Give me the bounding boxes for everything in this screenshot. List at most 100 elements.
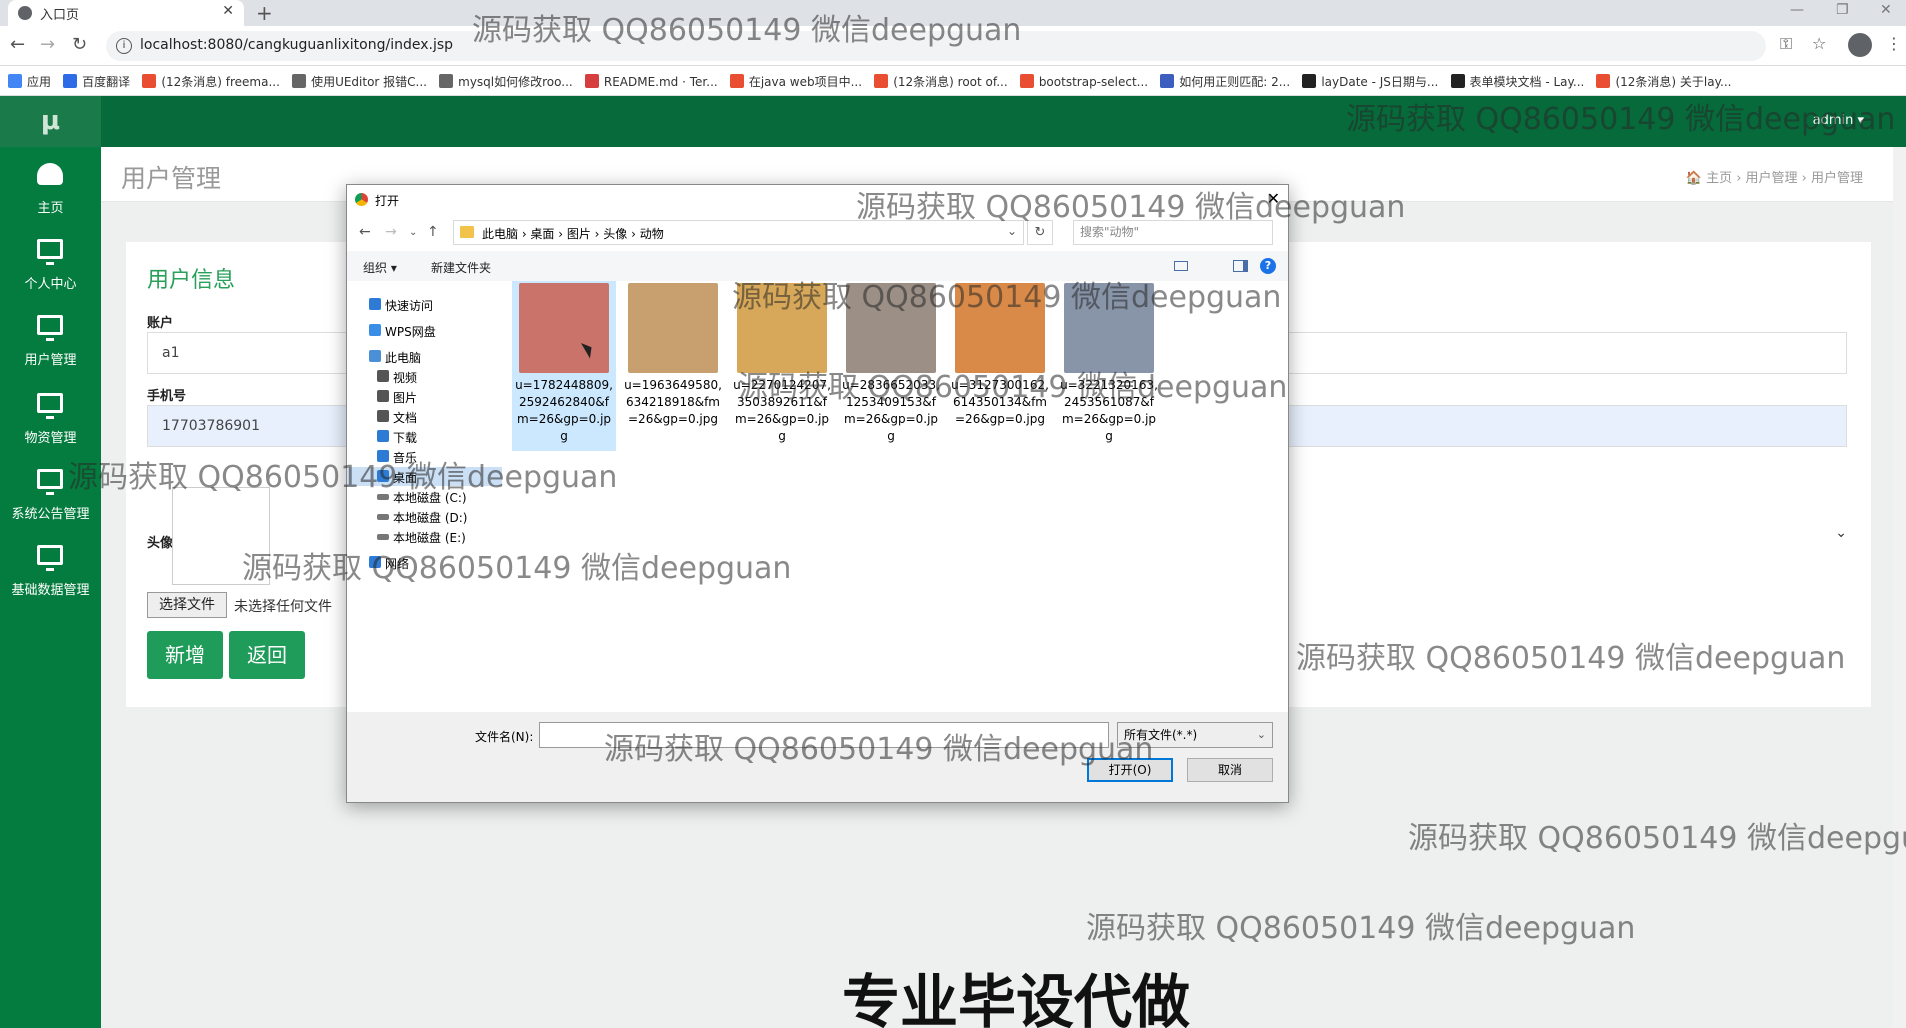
tree-item-downloads[interactable]: 下载 [347,427,502,446]
url-field[interactable]: i localhost:8080/cangkuguanlixitong/inde… [106,31,1766,61]
up-arrow-icon[interactable]: ↑ [427,224,439,240]
path-breadcrumb[interactable]: 此电脑 › 桌面 › 图片 › 头像 › 动物 ⌄ [453,220,1024,245]
bookmarks-bar: 应用 百度翻译 (12条消息) freema... 使用UEditor 报错C.… [0,66,1906,96]
chevron-down-icon[interactable]: ⌄ [1007,224,1017,238]
new-folder-button[interactable]: 新建文件夹 [431,259,491,276]
open-button[interactable]: 打开(O) [1087,758,1173,782]
tree-item-this-pc[interactable]: 此电脑 [347,347,502,366]
forward-arrow-icon[interactable]: → [40,34,55,55]
bookmark-item[interactable]: (12条消息) freema... [142,73,280,90]
dialog-footer: 文件名(N): 所有文件(*.*) ⌄ 打开(O) 取消 [347,712,1288,802]
info-icon[interactable]: i [116,38,132,54]
bookmark-icon [1302,74,1317,88]
more-menu-icon[interactable]: ⋮ [1886,34,1902,53]
breadcrumb[interactable]: 🏠 主页 › 用户管理 › 用户管理 [1686,167,1863,186]
file-item[interactable]: u=1782448809,2592462840&fm=26&gp=0.jpg [512,281,616,451]
back-arrow-icon[interactable]: ← [359,224,371,240]
tree-item-pictures[interactable]: 图片 [347,387,502,406]
app-header: μ admin ▾ [0,96,1906,147]
network-icon [369,556,381,568]
avatar-preview-image [172,487,270,585]
file-item[interactable]: u=3221320163,2453561087&fm=26&gp=0.jpg [1057,281,1161,451]
tab-close-icon[interactable]: ✕ [222,3,234,19]
organize-menu[interactable]: 组织 ▾ [363,259,397,276]
tree-item-music[interactable]: 音乐 [347,447,502,466]
file-item[interactable]: u=3127300162,614350134&fm=26&gp=0.jpg [948,281,1052,451]
image-thumbnail [1064,283,1154,373]
key-icon[interactable]: ⚿ [1780,34,1792,54]
sidebar-item-profile[interactable]: 个人中心 [0,231,101,307]
sidebar-item-basic-data[interactable]: 基础数据管理 [0,537,101,613]
chevron-down-icon[interactable]: ⌄ [1835,525,1847,541]
forward-arrow-icon[interactable]: → [385,224,397,240]
bookmark-item[interactable]: 使用UEditor 报错C... [292,73,427,90]
view-mode-icon[interactable] [1174,261,1188,271]
page-scrollbar[interactable] [1893,147,1906,1028]
tree-item-network[interactable]: 网络 [347,553,502,572]
tree-item-documents[interactable]: 文档 [347,407,502,426]
tree-item-drive-d[interactable]: 本地磁盘 (D:) [347,507,502,526]
new-tab-button[interactable]: + [256,1,273,25]
restore-icon[interactable]: ❐ [1836,2,1849,18]
download-icon [377,430,389,442]
tree-item-desktop[interactable]: 桌面 [347,467,502,486]
sidebar-item-announcements[interactable]: 系统公告管理 [0,461,101,537]
search-input[interactable]: 搜索"动物" [1073,220,1273,245]
cancel-button[interactable]: 取消 [1187,758,1273,782]
sidebar-item-supplies[interactable]: 物资管理 [0,385,101,461]
sidebar-item-home[interactable]: 主页 [0,155,101,231]
reload-icon[interactable]: ↻ [72,34,87,55]
bookmark-icon [292,74,307,88]
tree-item-quick-access[interactable]: 快速访问 [347,295,502,314]
bookmark-item[interactable]: 表单模块文档 - Lay... [1450,73,1584,90]
bookmark-item[interactable]: layDate - JS日期与... [1302,73,1438,90]
bookmark-item[interactable]: mysql如何修改roo... [439,73,573,90]
file-item[interactable]: u=2270124207,3503892611&fm=26&gp=0.jpg [730,281,834,451]
window-close-icon[interactable]: ✕ [1880,2,1892,18]
bookmark-icon [63,74,78,88]
star-icon[interactable]: ☆ [1812,34,1826,53]
app-logo[interactable]: μ [0,96,101,147]
bookmark-item[interactable]: README.md · Ter... [584,74,718,89]
minimize-icon[interactable]: — [1790,2,1804,18]
back-button[interactable]: 返回 [229,631,305,679]
close-icon[interactable]: ✕ [1267,189,1280,208]
file-item[interactable]: u=2836652033,1253409153&fm=26&gp=0.jpg [839,281,943,451]
choose-file-button[interactable]: 选择文件 [147,592,227,618]
bookmark-item[interactable]: 应用 [8,73,51,90]
bookmark-icon [1596,74,1611,88]
bookmark-item[interactable]: 如何用正则匹配: 2... [1160,73,1290,90]
account-label: 账户 [147,316,174,331]
tree-item-wps[interactable]: WPS网盘 [347,321,502,340]
monitor-icon [37,393,63,419]
dialog-nav-bar: ← → ⌄ ↑ 此电脑 › 桌面 › 图片 › 头像 › 动物 ⌄ ↻ 搜索"动… [347,215,1288,251]
avatar-label: 头像 [147,536,174,551]
filetype-select[interactable]: 所有文件(*.*) ⌄ [1117,722,1273,748]
profile-icon[interactable] [1848,33,1872,57]
bookmark-item[interactable]: 百度翻译 [63,73,130,90]
bookmark-item[interactable]: (12条消息) root of... [874,73,1008,90]
bookmark-item[interactable]: bootstrap-select... [1019,74,1148,89]
url-text: localhost:8080/cangkuguanlixitong/index.… [140,37,454,53]
dialog-titlebar[interactable]: 打开 ✕ [347,185,1288,215]
filename-input[interactable] [539,722,1109,748]
file-item[interactable]: u=1963649580,634218918&fm=26&gp=0.jpg [621,281,725,451]
user-menu[interactable]: admin ▾ [1813,113,1864,128]
globe-icon [18,6,32,20]
chevron-down-icon[interactable]: ⌄ [409,227,417,238]
sidebar-item-label: 用户管理 [24,353,77,368]
sidebar-item-users[interactable]: 用户管理 [0,307,101,383]
preview-pane-icon[interactable] [1233,260,1248,272]
add-button[interactable]: 新增 [147,631,223,679]
bookmark-icon [729,74,744,88]
bookmark-item[interactable]: (12条消息) 关于lay... [1596,73,1731,90]
refresh-icon[interactable]: ↻ [1027,220,1053,245]
tree-item-drive-e[interactable]: 本地磁盘 (E:) [347,527,502,546]
tree-item-drive-c[interactable]: 本地磁盘 (C:) [347,487,502,506]
help-icon[interactable]: ? [1260,258,1276,274]
browser-tab[interactable]: 入口页 ✕ [8,0,244,26]
bookmark-item[interactable]: 在java web项目中... [729,73,862,90]
image-thumbnail [955,283,1045,373]
tree-item-videos[interactable]: 视频 [347,367,502,386]
back-arrow-icon[interactable]: ← [10,34,25,55]
